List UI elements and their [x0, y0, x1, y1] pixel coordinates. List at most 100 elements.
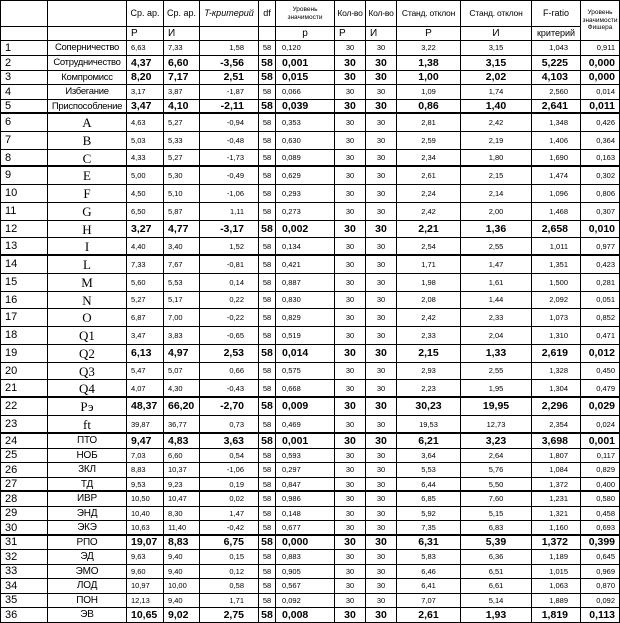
f-ratio-cell: 1,889 [532, 594, 581, 608]
t-value-cell: 0,66 [200, 363, 259, 380]
count-r-cell: 30 [335, 274, 366, 292]
t-value-cell: 0,54 [200, 449, 259, 463]
f-ratio-cell: 1,189 [532, 550, 581, 565]
count-i-cell: 30 [366, 41, 397, 56]
df-cell: 58 [259, 521, 276, 536]
mean-r-cell: 8,83 [127, 463, 164, 478]
p-value-cell: 0,066 [276, 85, 335, 100]
mean-i-cell: 3,87 [164, 85, 200, 100]
fisher-p-cell: 0,014 [581, 85, 620, 100]
mean-i-cell: 10,00 [164, 579, 200, 594]
df-cell: 58 [259, 71, 276, 85]
sd-i-cell: 2,04 [461, 327, 532, 345]
t-value-cell: -0,42 [200, 521, 259, 536]
count-r-cell: 30 [335, 492, 366, 507]
sd-r-cell: 2,59 [397, 132, 461, 150]
f-ratio-cell: 1,084 [532, 463, 581, 478]
sd-i-cell: 2,02 [461, 71, 532, 85]
mean-r-cell: 3,47 [127, 100, 164, 114]
sd-r-cell: 5,83 [397, 550, 461, 565]
row-label: M [48, 274, 127, 292]
t-value-cell: 1,71 [200, 594, 259, 608]
row-number: 1 [1, 41, 48, 56]
fisher-p-cell: 0,051 [581, 292, 620, 309]
mean-i-cell: 4,97 [164, 345, 200, 363]
fisher-p-cell: 0,423 [581, 256, 620, 274]
mean-i-cell: 9,23 [164, 478, 200, 492]
p-value-cell: 0,015 [276, 71, 335, 85]
sd-r-cell: 1,71 [397, 256, 461, 274]
fisher-p-cell: 0,399 [581, 536, 620, 550]
sd-r-cell: 2,08 [397, 292, 461, 309]
count-i-cell: 30 [366, 221, 397, 238]
p-value-cell: 0,668 [276, 380, 335, 398]
row-label: Q4 [48, 380, 127, 398]
sd-r-cell: 2,93 [397, 363, 461, 380]
sd-r-cell: 6,31 [397, 536, 461, 550]
row-label: C [48, 150, 127, 167]
row-number: 35 [1, 594, 48, 608]
sd-r-cell: 19,53 [397, 416, 461, 434]
fisher-p-cell: 0,426 [581, 114, 620, 132]
sd-i-cell: 3,15 [461, 56, 532, 71]
row-number: 20 [1, 363, 48, 380]
row-label: ИВР [48, 492, 127, 507]
row-label: A [48, 114, 127, 132]
fisher-p-cell: 0,645 [581, 550, 620, 565]
count-i-cell: 30 [366, 594, 397, 608]
t-value-cell: -0,43 [200, 380, 259, 398]
row-number: 19 [1, 345, 48, 363]
f-ratio-cell: 1,372 [532, 478, 581, 492]
row-number: 27 [1, 478, 48, 492]
count-i-cell: 30 [366, 114, 397, 132]
mean-i-cell: 36,77 [164, 416, 200, 434]
t-value-cell: -3,17 [200, 221, 259, 238]
fisher-p-cell: 0,024 [581, 416, 620, 434]
row-label: G [48, 203, 127, 221]
p-value-cell: 0,134 [276, 238, 335, 256]
mean-i-cell: 5,27 [164, 150, 200, 167]
row-label: ЛОД [48, 579, 127, 594]
row-label: ЭД [48, 550, 127, 565]
sd-r-cell: 0,86 [397, 100, 461, 114]
sd-i-cell: 6,83 [461, 521, 532, 536]
f-ratio-cell: 1,468 [532, 203, 581, 221]
t-value-cell: 1,11 [200, 203, 259, 221]
t-value-cell: -1,06 [200, 463, 259, 478]
row-label: ЭМО [48, 565, 127, 579]
header-f-ratio: F-ratio [532, 1, 581, 27]
row-label: НОБ [48, 449, 127, 463]
mean-r-cell: 10,63 [127, 521, 164, 536]
fisher-p-cell: 0,364 [581, 132, 620, 150]
fisher-p-cell: 0,010 [581, 221, 620, 238]
p-value-cell: 0,629 [276, 167, 335, 185]
fisher-p-cell: 0,911 [581, 41, 620, 56]
count-r-cell: 30 [335, 85, 366, 100]
df-cell: 58 [259, 167, 276, 185]
p-value-cell: 0,630 [276, 132, 335, 150]
fisher-p-cell: 0,969 [581, 565, 620, 579]
f-ratio-cell: 1,096 [532, 185, 581, 203]
count-r-cell: 30 [335, 114, 366, 132]
count-i-cell: 30 [366, 238, 397, 256]
t-value-cell: 2,51 [200, 71, 259, 85]
row-number: 22 [1, 398, 48, 416]
t-value-cell: 1,47 [200, 507, 259, 521]
subheader-sd-r: Р [397, 27, 461, 41]
df-cell: 58 [259, 363, 276, 380]
mean-i-cell: 4,10 [164, 100, 200, 114]
t-value-cell: 1,58 [200, 41, 259, 56]
df-cell: 58 [259, 221, 276, 238]
mean-i-cell: 9,40 [164, 565, 200, 579]
count-i-cell: 30 [366, 550, 397, 565]
t-value-cell: 0,73 [200, 416, 259, 434]
mean-r-cell: 12,13 [127, 594, 164, 608]
row-label: E [48, 167, 127, 185]
count-r-cell: 30 [335, 416, 366, 434]
sd-r-cell: 6,85 [397, 492, 461, 507]
fisher-p-cell: 0,400 [581, 478, 620, 492]
sd-r-cell: 30,23 [397, 398, 461, 416]
row-label: N [48, 292, 127, 309]
p-value-cell: 0,001 [276, 56, 335, 71]
t-value-cell: -0,65 [200, 327, 259, 345]
